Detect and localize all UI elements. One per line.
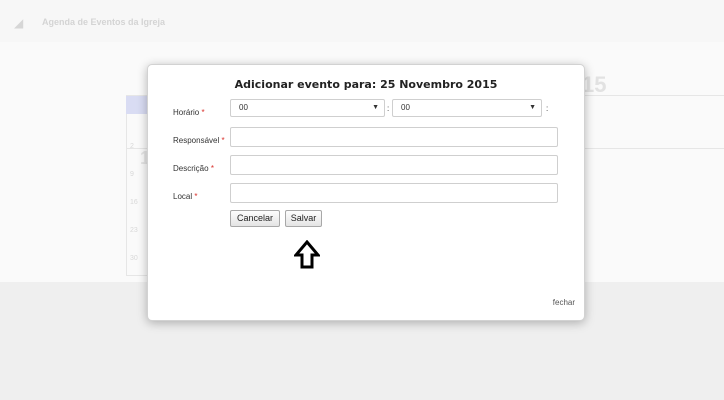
required-mark: * [194,192,198,201]
descricao-input[interactable] [230,155,558,175]
month-year-heading: 15 [582,72,607,97]
hour-select[interactable]: 00 ▼ [230,99,385,117]
required-mark: * [221,136,225,145]
dropdown-arrow-icon: ▼ [529,104,536,111]
required-mark: * [201,108,205,117]
descricao-label-text: Descrição [173,164,209,173]
horario-label-text: Horário [173,108,200,117]
week-number: 23 [130,227,138,234]
dialog-title: Adicionar evento para: 25 Novembro 2015 [234,78,498,91]
app-title: Agenda de Eventos da Igreja [42,17,166,27]
week-number: 16 [130,199,138,206]
save-button[interactable]: Salvar [285,210,322,227]
responsavel-input[interactable] [230,127,558,147]
horario-label: Horário * [173,108,205,117]
local-label-text: Local [173,192,193,201]
calendar-icon: ◢ [14,16,24,30]
week-number: 9 [130,171,134,178]
required-mark: * [210,164,214,173]
dropdown-arrow-icon: ▼ [372,104,379,111]
responsavel-label-text: Responsável [173,136,220,145]
hour-select-value: 00 [239,103,248,112]
time-separator-trailing: : [546,104,549,113]
close-link[interactable]: fechar [553,298,575,307]
top-bar: ◢ Agenda de Eventos da Igreja [0,0,724,43]
arrow-up-icon [294,240,320,269]
calendar-header-cell [126,96,148,114]
week-number: 30 [130,255,138,262]
descricao-label: Descrição * [173,164,214,173]
add-event-dialog: Adicionar evento para: 25 Novembro 2015 … [147,64,585,321]
responsavel-label: Responsável * [173,136,225,145]
minute-select-value: 00 [401,103,410,112]
local-label: Local * [173,192,197,201]
local-input[interactable] [230,183,558,203]
cancel-button[interactable]: Cancelar [230,210,280,227]
time-separator: : [387,104,390,113]
minute-select[interactable]: 00 ▼ [392,99,542,117]
